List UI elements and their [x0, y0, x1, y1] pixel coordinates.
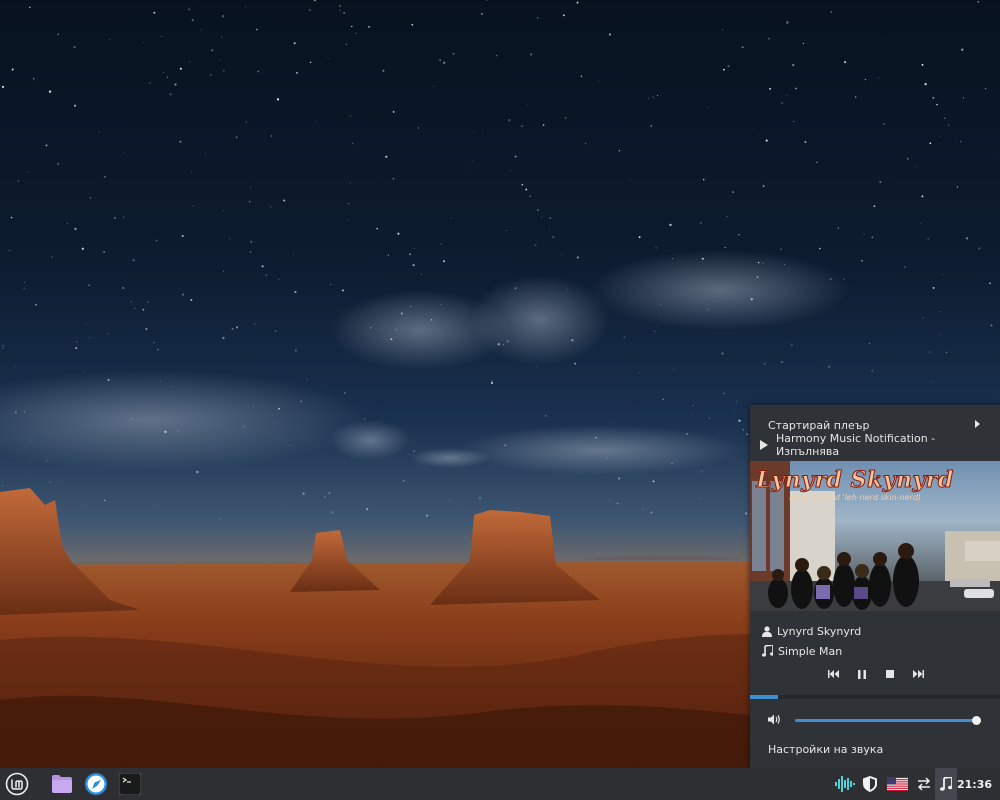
keyboard-layout-us-flag-icon [886, 777, 908, 791]
terminal-launcher[interactable] [116, 768, 144, 800]
volume-row [750, 710, 1000, 730]
album-art: Lynyrd Skynyrd (pronounced 'leh-nerd ski… [750, 461, 1000, 611]
network-tray[interactable] [912, 768, 936, 800]
next-icon [913, 670, 924, 678]
taskbar-panel: 21:36 [0, 768, 1000, 800]
update-shield-icon [863, 776, 877, 792]
sound-settings-menu-item[interactable]: Настройки на звука [750, 739, 1000, 759]
files-launcher[interactable] [48, 768, 76, 800]
previous-track-button[interactable] [826, 666, 842, 682]
person-icon [762, 625, 772, 637]
stop-icon [886, 670, 894, 678]
artist-line: Lynyrd Skynyrd [762, 623, 861, 639]
album-subtitle: (pronounced 'leh-nerd skin-nerd) [788, 493, 922, 502]
music-note-icon [762, 645, 773, 657]
now-playing-label: Harmony Music Notification - Изпълнява [776, 432, 936, 458]
play-icon [760, 440, 768, 450]
keyboard-layout-tray[interactable] [884, 768, 910, 800]
terminal-icon [119, 773, 141, 795]
pause-button[interactable] [854, 666, 870, 682]
sound-tray-button[interactable] [935, 768, 957, 800]
sound-settings-label: Настройки на звука [768, 742, 884, 756]
menu-button[interactable] [0, 768, 34, 800]
previous-icon [828, 670, 839, 678]
update-manager-tray[interactable] [858, 768, 882, 800]
now-playing-menu-item[interactable]: Harmony Music Notification - Изпълнява [750, 432, 1000, 458]
title-line: Simple Man [762, 643, 842, 659]
volume-slider-handle[interactable] [972, 716, 981, 725]
track-progress-fill [750, 695, 778, 699]
web-browser-icon [85, 773, 107, 795]
audio-visualizer-tray[interactable] [832, 768, 858, 800]
linux-mint-menu-icon [5, 772, 29, 796]
pause-icon [858, 669, 866, 679]
next-track-button[interactable] [910, 666, 926, 682]
artist-name: Lynyrd Skynyrd [777, 624, 862, 638]
audio-waveform-icon [835, 776, 855, 792]
web-browser-launcher[interactable] [82, 768, 110, 800]
playback-controls [826, 666, 926, 682]
sound-applet-popup: Стартирай плеър Harmony Music Notificati… [750, 405, 1000, 768]
submenu-arrow-icon [975, 420, 980, 428]
album-band-logo: Lynyrd Skynyrd [756, 467, 954, 494]
volume-slider-fill [795, 719, 976, 722]
track-progress-bar[interactable] [750, 695, 1000, 699]
speaker-volume-icon[interactable] [768, 714, 781, 725]
panel-clock[interactable]: 21:36 [957, 768, 992, 800]
music-note-icon [940, 777, 952, 791]
network-transfer-icon [918, 777, 930, 791]
track-title: Simple Man [778, 644, 843, 658]
stop-button[interactable] [882, 666, 898, 682]
files-folder-icon [52, 775, 72, 793]
start-player-label: Стартирай плеър [768, 418, 870, 432]
volume-slider[interactable] [795, 716, 981, 725]
